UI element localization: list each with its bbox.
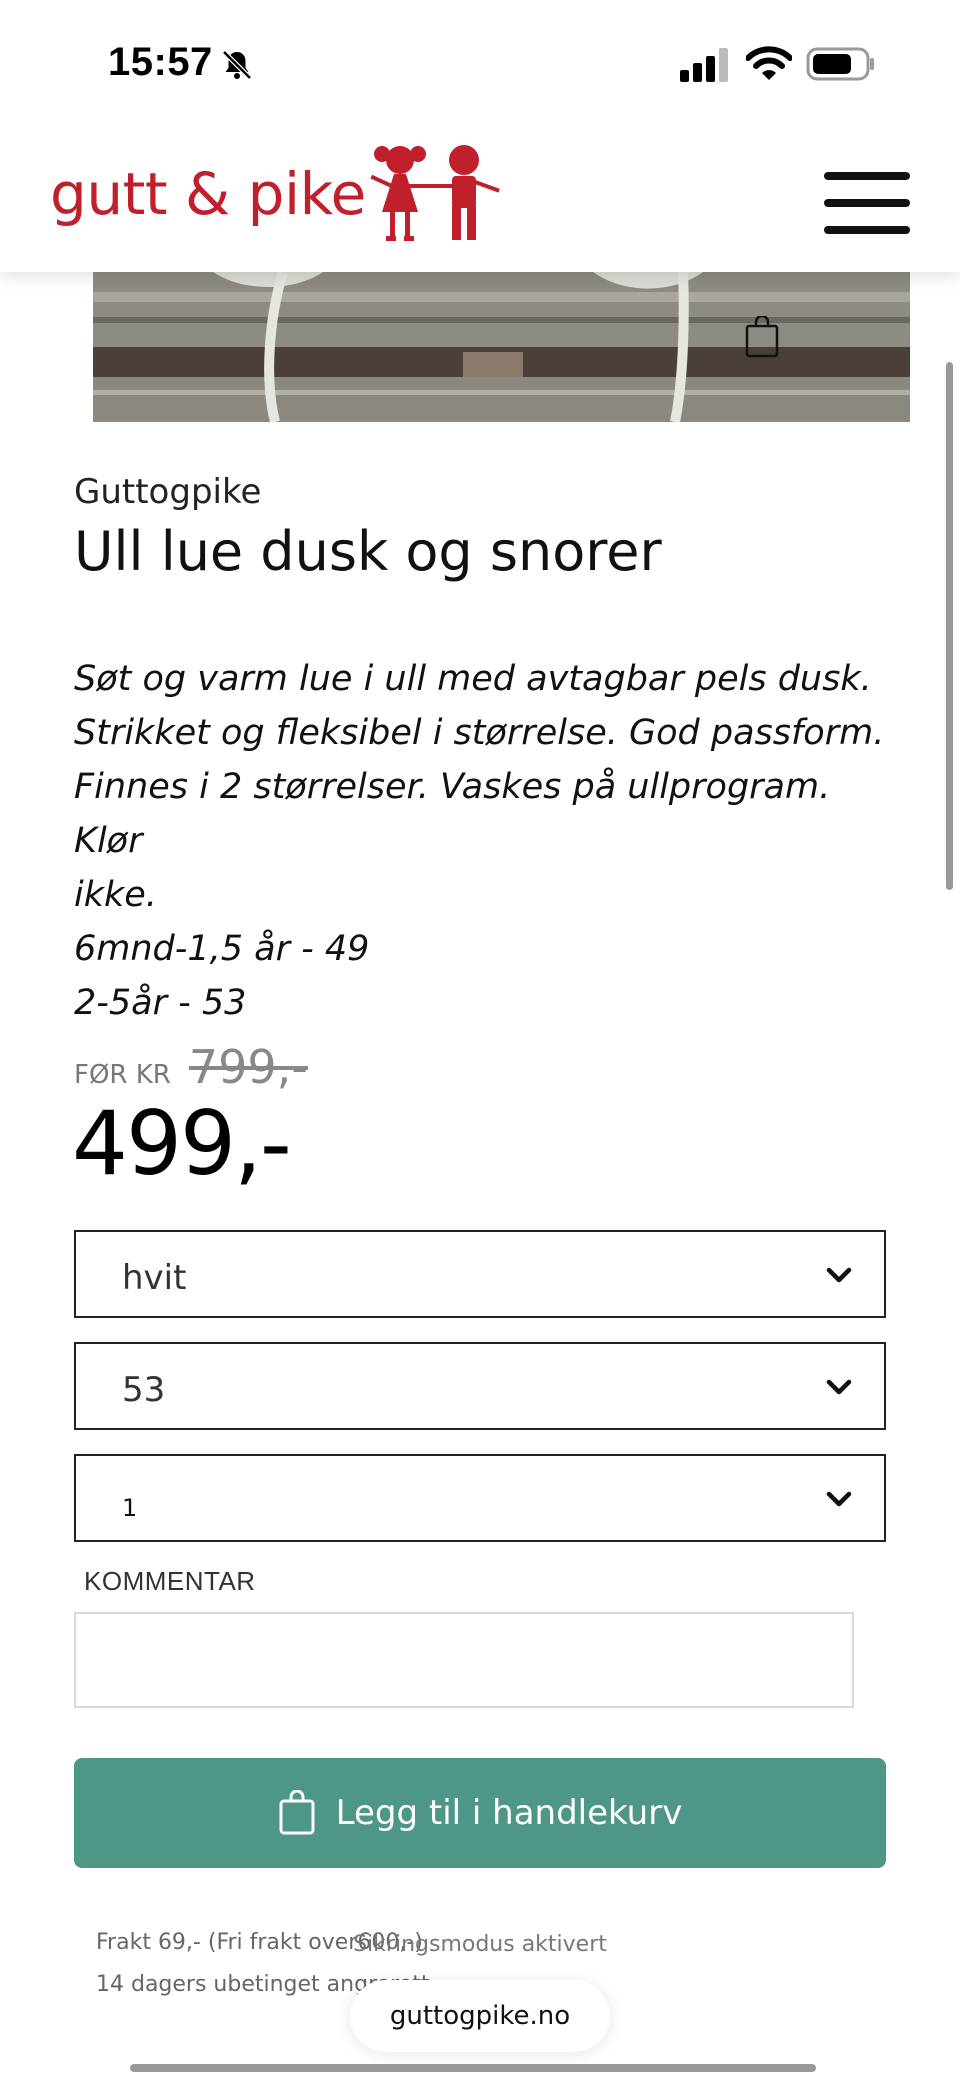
product-image[interactable] (93, 272, 910, 422)
size-select-value: 53 (122, 1370, 166, 1410)
add-to-cart-label: Legg til i handlekurv (335, 1793, 683, 1833)
scrollbar[interactable] (946, 362, 953, 890)
size-select[interactable]: 53 (74, 1342, 886, 1430)
current-price: 499,- (72, 1092, 292, 1195)
description-line: 6mnd-1,5 år - 49 (74, 929, 370, 969)
product-description: Søt og varm lue i ull med avtagbar pels … (74, 652, 894, 1030)
old-price: 799,- (188, 1040, 308, 1094)
product-title: Ull lue dusk og snorer (74, 520, 662, 583)
battery-icon (806, 47, 874, 81)
shopping-bag-icon[interactable] (744, 316, 780, 358)
address-bar[interactable]: guttogpike.no (350, 1980, 610, 2052)
chevron-down-icon (826, 1379, 852, 1395)
hamburger-menu-icon[interactable] (824, 172, 910, 234)
color-select[interactable]: hvit (74, 1230, 886, 1318)
description-line: Søt og varm lue i ull med avtagbar pels … (74, 659, 872, 699)
shopping-bag-icon (279, 1790, 315, 1835)
cellular-signal-icon (680, 48, 728, 82)
old-price-label: FØR KR (74, 1060, 171, 1090)
old-price-row: FØR KR 799,- (74, 1040, 308, 1094)
comment-label: KOMMENTAR (84, 1566, 256, 1596)
quantity-select[interactable]: 1 (74, 1454, 886, 1542)
description-line: Strikket og fleksibel i størrelse. God p… (74, 713, 885, 753)
color-select-value: hvit (122, 1258, 187, 1298)
description-line: 2-5år - 53 (74, 983, 247, 1023)
logo-text[interactable]: gutt & pike (50, 160, 366, 228)
description-line: Finnes i 2 størrelser. Vaskes på ullprog… (74, 767, 831, 861)
quantity-select-value: 1 (122, 1494, 138, 1522)
boy-and-girl-figures-icon[interactable] (366, 140, 500, 248)
status-bar: 15:57 (0, 0, 960, 120)
chevron-down-icon (826, 1267, 852, 1283)
wifi-icon (746, 46, 792, 80)
home-indicator[interactable] (130, 2064, 816, 2072)
product-brand[interactable]: Guttogpike (74, 472, 261, 512)
description-line: ikke. (74, 875, 157, 915)
status-time: 15:57 (108, 40, 213, 84)
chevron-down-icon (826, 1491, 852, 1507)
site-header: gutt & pike (0, 120, 960, 272)
comment-input[interactable] (74, 1612, 854, 1708)
lockdown-mode-toast: Sikringsmodus aktivert (353, 1932, 607, 1957)
add-to-cart-button[interactable]: Legg til i handlekurv (74, 1758, 886, 1868)
bell-slash-icon (222, 50, 252, 80)
